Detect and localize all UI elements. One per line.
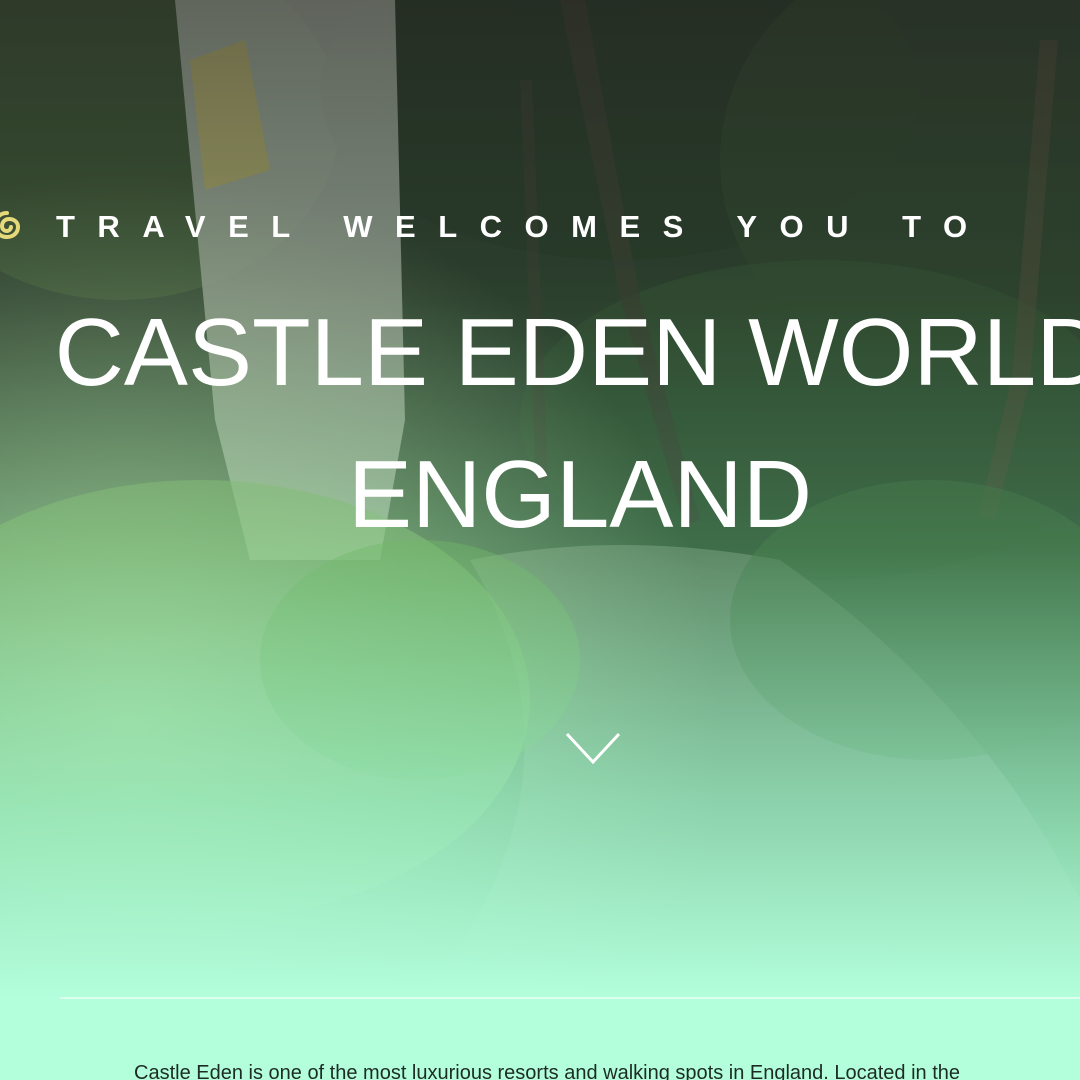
title-line-2: ENGLAND (347, 441, 813, 548)
snail-logo-icon (0, 210, 21, 239)
hero-section: TRAVEL WELCOMES YOU TO CASTLE EDEN WORLD… (0, 0, 1080, 1000)
section-divider (60, 997, 1080, 999)
page: TRAVEL WELCOMES YOU TO CASTLE EDEN WORLD… (0, 0, 1080, 1080)
title-line-1: CASTLE EDEN WORLD (54, 299, 1080, 406)
hero-tagline: TRAVEL WELCOMES YOU TO (0, 205, 1080, 249)
page-title: CASTLE EDEN WORLD ENGLAND (0, 282, 1080, 566)
chevron-down-icon[interactable] (565, 730, 621, 770)
intro-paragraph: Castle Eden is one of the most luxurious… (134, 1062, 961, 1080)
tagline-text: TRAVEL WELCOMES YOU TO (56, 209, 990, 244)
